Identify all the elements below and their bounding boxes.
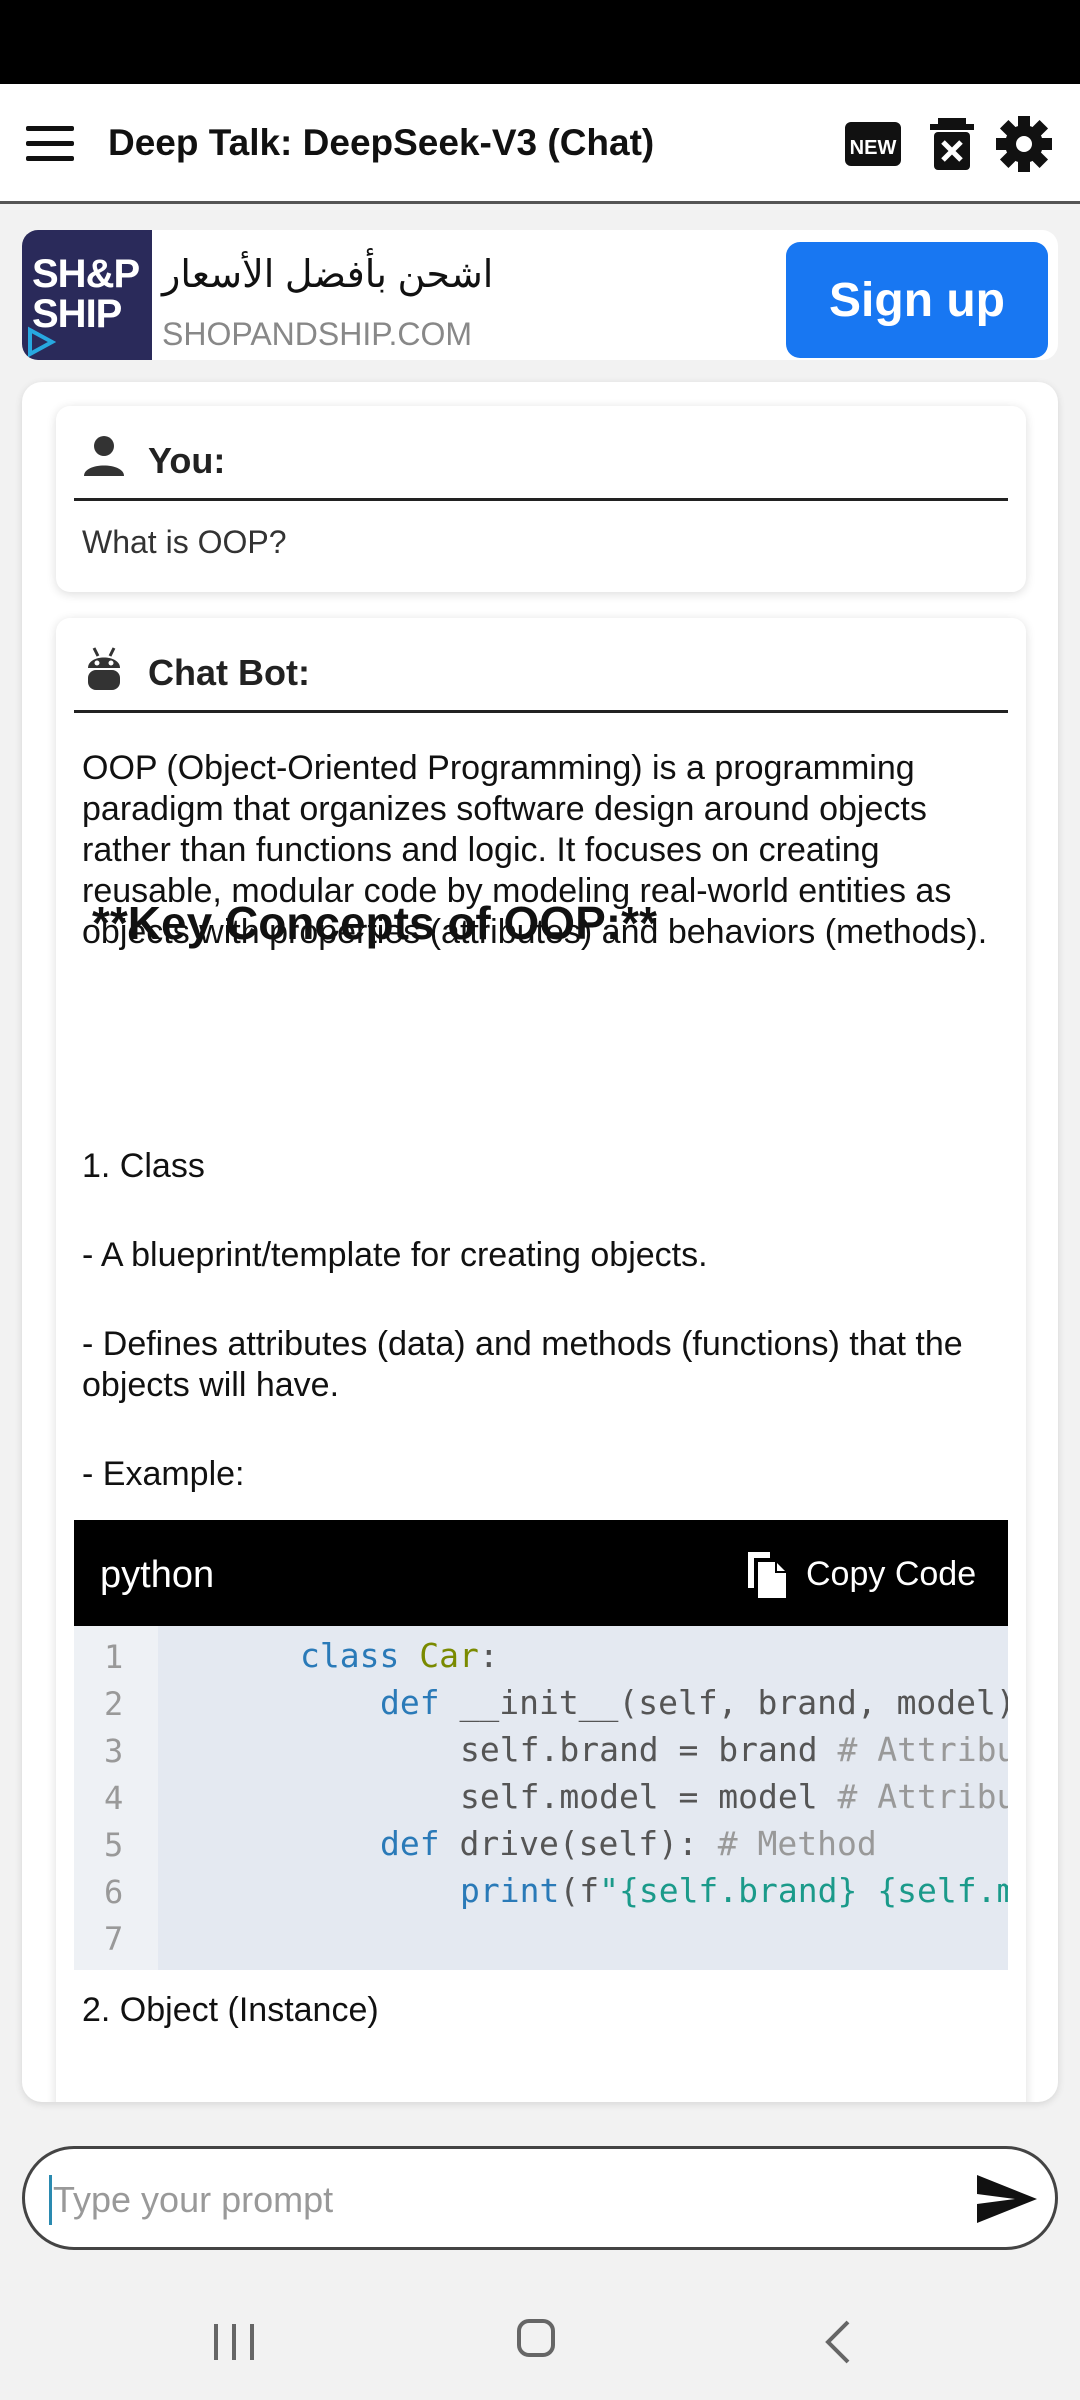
system-nav-bar (0, 2272, 1080, 2400)
code-line-5: def drive(self): # Method (380, 1824, 877, 1863)
copy-code-label: Copy Code (806, 1554, 977, 1593)
item-class: 1. Class (82, 1147, 205, 1185)
code-content[interactable]: 1 2 3 4 5 6 7 class Car: def __init__(se… (74, 1626, 1008, 1970)
bullet-blueprint: - A blueprint/template for creating obje… (82, 1236, 708, 1274)
bot-label: Chat Bot: (148, 652, 310, 693)
bullet-defines: - Defines attributes (data) and methods … (82, 1325, 963, 1404)
delete-chat-icon[interactable] (922, 116, 982, 172)
code-header: python Copy Code (74, 1520, 1008, 1626)
line-number: 3 (104, 1732, 124, 1770)
bullet-example: - Example: (82, 1455, 245, 1493)
key-concepts-heading: **Key Concepts of OOP:** (92, 897, 657, 949)
copy-code-button[interactable]: Copy Code (744, 1548, 976, 1600)
back-icon[interactable] (822, 2318, 852, 2366)
app-title: Deep Talk: DeepSeek-V3 (Chat) (108, 122, 655, 163)
code-language: python (100, 1554, 215, 1596)
android-bot-icon (88, 647, 120, 690)
settings-gear-icon[interactable] (994, 116, 1054, 172)
ad-logo-line1: SH&P (32, 252, 140, 296)
code-line-3: self.brand = brand # Attribute (460, 1730, 1008, 1769)
line-number-gutter: 1 2 3 4 5 6 7 (74, 1626, 158, 1970)
ad-choices-icon[interactable] (24, 326, 56, 358)
code-block: python Copy Code 1 2 3 4 5 6 7 class Car… (74, 1520, 1008, 1970)
chat-history[interactable]: You: What is OOP? Chat Bot: OOP (Object-… (22, 382, 1058, 2102)
code-line-1: class Car: (300, 1636, 499, 1675)
line-number: 1 (104, 1638, 124, 1676)
bot-message: Chat Bot: OOP (Object-Oriented Programmi… (56, 618, 1026, 2102)
prompt-input[interactable] (51, 2169, 955, 2231)
menu-icon[interactable] (26, 126, 74, 162)
user-message-header: You: (74, 426, 1008, 501)
user-message-text: What is OOP? (82, 524, 287, 560)
person-icon (84, 436, 124, 476)
ad-headline: اشحن بأفضل الأسعار (162, 254, 494, 296)
prompt-composer (22, 2146, 1058, 2250)
line-number: 5 (104, 1826, 124, 1864)
new-chat-icon[interactable]: NEW (843, 116, 903, 172)
line-number: 6 (104, 1873, 124, 1911)
copy-icon (748, 1552, 786, 1598)
send-icon[interactable] (975, 2173, 1039, 2225)
code-line-6: print(f"{self.brand} {self.model}") (460, 1871, 1008, 1910)
home-icon[interactable] (516, 2318, 556, 2358)
ad-logo: SH&P SHIP (22, 230, 152, 360)
user-label: You: (148, 440, 226, 481)
recent-apps-icon[interactable] (212, 2322, 256, 2362)
new-badge-label: NEW (850, 137, 897, 159)
ad-signup-button[interactable]: Sign up (786, 242, 1048, 358)
item-object: 2. Object (Instance) (82, 1991, 379, 2029)
status-bar (0, 0, 1080, 84)
user-message: You: What is OOP? (56, 406, 1026, 592)
ad-banner[interactable]: SH&P SHIP اشحن بأفضل الأسعار SHOPANDSHIP… (22, 230, 1058, 360)
ad-url: SHOPANDSHIP.COM (162, 316, 472, 352)
app-bar: Deep Talk: DeepSeek-V3 (Chat) NEW (0, 84, 1080, 204)
line-number: 2 (104, 1685, 124, 1723)
code-line-4: self.model = model # Attribute (460, 1777, 1008, 1816)
line-number: 7 (104, 1920, 124, 1958)
bot-message-header: Chat Bot: (74, 638, 1008, 713)
line-number: 4 (104, 1779, 124, 1817)
code-line-2: def __init__(self, brand, model): (380, 1683, 1008, 1722)
